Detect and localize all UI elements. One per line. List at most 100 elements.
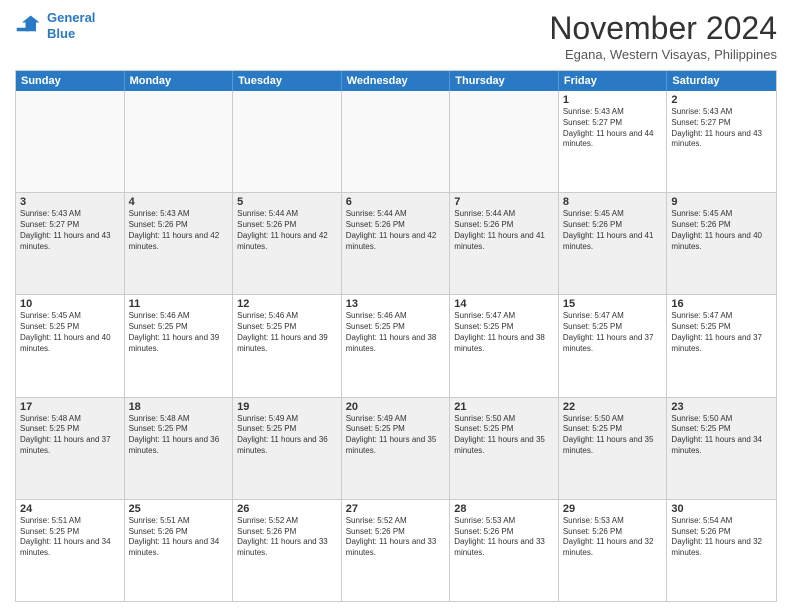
- day-cell-22: 22Sunrise: 5:50 AMSunset: 5:25 PMDayligh…: [559, 398, 668, 499]
- weekday-header-tuesday: Tuesday: [233, 71, 342, 91]
- cell-info: Sunrise: 5:51 AMSunset: 5:26 PMDaylight:…: [129, 516, 229, 559]
- empty-cell-0-3: [342, 91, 451, 192]
- day-number: 28: [454, 503, 554, 515]
- cell-info: Sunrise: 5:53 AMSunset: 5:26 PMDaylight:…: [563, 516, 663, 559]
- day-number: 24: [20, 503, 120, 515]
- empty-cell-0-1: [125, 91, 234, 192]
- cell-info: Sunrise: 5:50 AMSunset: 5:25 PMDaylight:…: [563, 414, 663, 457]
- day-cell-10: 10Sunrise: 5:45 AMSunset: 5:25 PMDayligh…: [16, 295, 125, 396]
- day-cell-27: 27Sunrise: 5:52 AMSunset: 5:26 PMDayligh…: [342, 500, 451, 601]
- day-number: 21: [454, 401, 554, 413]
- cell-info: Sunrise: 5:45 AMSunset: 5:26 PMDaylight:…: [671, 209, 772, 252]
- logo-line1: General: [47, 10, 95, 25]
- day-cell-12: 12Sunrise: 5:46 AMSunset: 5:25 PMDayligh…: [233, 295, 342, 396]
- location: Egana, Western Visayas, Philippines: [549, 47, 777, 62]
- day-cell-9: 9Sunrise: 5:45 AMSunset: 5:26 PMDaylight…: [667, 193, 776, 294]
- cell-info: Sunrise: 5:50 AMSunset: 5:25 PMDaylight:…: [671, 414, 772, 457]
- day-cell-1: 1Sunrise: 5:43 AMSunset: 5:27 PMDaylight…: [559, 91, 668, 192]
- day-cell-17: 17Sunrise: 5:48 AMSunset: 5:25 PMDayligh…: [16, 398, 125, 499]
- weekday-header-sunday: Sunday: [16, 71, 125, 91]
- cell-info: Sunrise: 5:47 AMSunset: 5:25 PMDaylight:…: [454, 311, 554, 354]
- calendar-header: SundayMondayTuesdayWednesdayThursdayFrid…: [16, 71, 776, 91]
- day-number: 18: [129, 401, 229, 413]
- day-number: 27: [346, 503, 446, 515]
- empty-cell-0-4: [450, 91, 559, 192]
- calendar-row-4: 24Sunrise: 5:51 AMSunset: 5:25 PMDayligh…: [16, 499, 776, 601]
- cell-info: Sunrise: 5:53 AMSunset: 5:26 PMDaylight:…: [454, 516, 554, 559]
- logo: General Blue: [15, 10, 95, 41]
- cell-info: Sunrise: 5:54 AMSunset: 5:26 PMDaylight:…: [671, 516, 772, 559]
- day-number: 9: [671, 196, 772, 208]
- cell-info: Sunrise: 5:52 AMSunset: 5:26 PMDaylight:…: [346, 516, 446, 559]
- day-cell-2: 2Sunrise: 5:43 AMSunset: 5:27 PMDaylight…: [667, 91, 776, 192]
- weekday-header-monday: Monday: [125, 71, 234, 91]
- day-number: 15: [563, 298, 663, 310]
- logo-line2: Blue: [47, 26, 75, 41]
- logo-text: General Blue: [47, 10, 95, 41]
- weekday-header-friday: Friday: [559, 71, 668, 91]
- day-cell-24: 24Sunrise: 5:51 AMSunset: 5:25 PMDayligh…: [16, 500, 125, 601]
- calendar-body: 1Sunrise: 5:43 AMSunset: 5:27 PMDaylight…: [16, 91, 776, 601]
- logo-icon: [15, 12, 43, 40]
- cell-info: Sunrise: 5:50 AMSunset: 5:25 PMDaylight:…: [454, 414, 554, 457]
- day-number: 6: [346, 196, 446, 208]
- day-cell-7: 7Sunrise: 5:44 AMSunset: 5:26 PMDaylight…: [450, 193, 559, 294]
- page: General Blue November 2024 Egana, Wester…: [0, 0, 792, 612]
- day-number: 29: [563, 503, 663, 515]
- day-number: 20: [346, 401, 446, 413]
- calendar-row-0: 1Sunrise: 5:43 AMSunset: 5:27 PMDaylight…: [16, 91, 776, 192]
- calendar-row-2: 10Sunrise: 5:45 AMSunset: 5:25 PMDayligh…: [16, 294, 776, 396]
- day-cell-6: 6Sunrise: 5:44 AMSunset: 5:26 PMDaylight…: [342, 193, 451, 294]
- empty-cell-0-0: [16, 91, 125, 192]
- cell-info: Sunrise: 5:52 AMSunset: 5:26 PMDaylight:…: [237, 516, 337, 559]
- weekday-header-wednesday: Wednesday: [342, 71, 451, 91]
- day-number: 25: [129, 503, 229, 515]
- header: General Blue November 2024 Egana, Wester…: [15, 10, 777, 62]
- day-number: 13: [346, 298, 446, 310]
- day-number: 17: [20, 401, 120, 413]
- cell-info: Sunrise: 5:49 AMSunset: 5:25 PMDaylight:…: [237, 414, 337, 457]
- day-cell-16: 16Sunrise: 5:47 AMSunset: 5:25 PMDayligh…: [667, 295, 776, 396]
- day-number: 4: [129, 196, 229, 208]
- day-cell-11: 11Sunrise: 5:46 AMSunset: 5:25 PMDayligh…: [125, 295, 234, 396]
- day-number: 5: [237, 196, 337, 208]
- cell-info: Sunrise: 5:43 AMSunset: 5:27 PMDaylight:…: [671, 107, 772, 150]
- day-cell-21: 21Sunrise: 5:50 AMSunset: 5:25 PMDayligh…: [450, 398, 559, 499]
- day-cell-18: 18Sunrise: 5:48 AMSunset: 5:25 PMDayligh…: [125, 398, 234, 499]
- day-cell-23: 23Sunrise: 5:50 AMSunset: 5:25 PMDayligh…: [667, 398, 776, 499]
- day-cell-14: 14Sunrise: 5:47 AMSunset: 5:25 PMDayligh…: [450, 295, 559, 396]
- cell-info: Sunrise: 5:48 AMSunset: 5:25 PMDaylight:…: [20, 414, 120, 457]
- cell-info: Sunrise: 5:43 AMSunset: 5:27 PMDaylight:…: [20, 209, 120, 252]
- cell-info: Sunrise: 5:46 AMSunset: 5:25 PMDaylight:…: [129, 311, 229, 354]
- day-cell-30: 30Sunrise: 5:54 AMSunset: 5:26 PMDayligh…: [667, 500, 776, 601]
- day-cell-28: 28Sunrise: 5:53 AMSunset: 5:26 PMDayligh…: [450, 500, 559, 601]
- day-cell-25: 25Sunrise: 5:51 AMSunset: 5:26 PMDayligh…: [125, 500, 234, 601]
- day-number: 8: [563, 196, 663, 208]
- calendar-row-3: 17Sunrise: 5:48 AMSunset: 5:25 PMDayligh…: [16, 397, 776, 499]
- day-number: 10: [20, 298, 120, 310]
- day-cell-13: 13Sunrise: 5:46 AMSunset: 5:25 PMDayligh…: [342, 295, 451, 396]
- cell-info: Sunrise: 5:43 AMSunset: 5:27 PMDaylight:…: [563, 107, 663, 150]
- cell-info: Sunrise: 5:45 AMSunset: 5:25 PMDaylight:…: [20, 311, 120, 354]
- cell-info: Sunrise: 5:44 AMSunset: 5:26 PMDaylight:…: [454, 209, 554, 252]
- day-number: 26: [237, 503, 337, 515]
- day-number: 19: [237, 401, 337, 413]
- day-number: 23: [671, 401, 772, 413]
- day-number: 16: [671, 298, 772, 310]
- day-number: 1: [563, 94, 663, 106]
- day-cell-8: 8Sunrise: 5:45 AMSunset: 5:26 PMDaylight…: [559, 193, 668, 294]
- day-cell-26: 26Sunrise: 5:52 AMSunset: 5:26 PMDayligh…: [233, 500, 342, 601]
- cell-info: Sunrise: 5:43 AMSunset: 5:26 PMDaylight:…: [129, 209, 229, 252]
- day-cell-15: 15Sunrise: 5:47 AMSunset: 5:25 PMDayligh…: [559, 295, 668, 396]
- cell-info: Sunrise: 5:51 AMSunset: 5:25 PMDaylight:…: [20, 516, 120, 559]
- day-cell-19: 19Sunrise: 5:49 AMSunset: 5:25 PMDayligh…: [233, 398, 342, 499]
- empty-cell-0-2: [233, 91, 342, 192]
- day-cell-29: 29Sunrise: 5:53 AMSunset: 5:26 PMDayligh…: [559, 500, 668, 601]
- day-number: 14: [454, 298, 554, 310]
- calendar-row-1: 3Sunrise: 5:43 AMSunset: 5:27 PMDaylight…: [16, 192, 776, 294]
- cell-info: Sunrise: 5:46 AMSunset: 5:25 PMDaylight:…: [237, 311, 337, 354]
- cell-info: Sunrise: 5:48 AMSunset: 5:25 PMDaylight:…: [129, 414, 229, 457]
- day-cell-20: 20Sunrise: 5:49 AMSunset: 5:25 PMDayligh…: [342, 398, 451, 499]
- day-number: 2: [671, 94, 772, 106]
- day-number: 12: [237, 298, 337, 310]
